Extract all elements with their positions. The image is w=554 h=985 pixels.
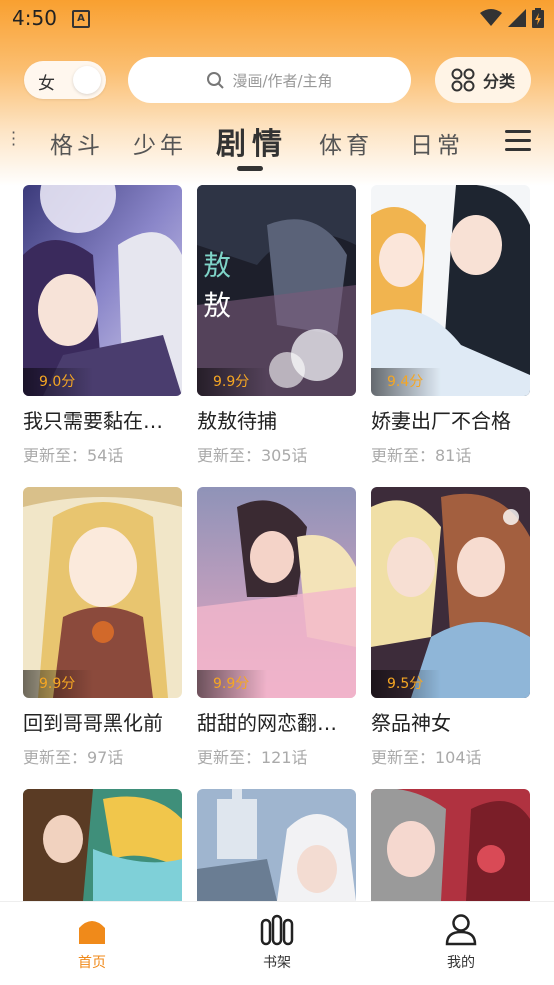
profile-icon xyxy=(445,914,477,946)
tab-fighting[interactable]: 格斗 xyxy=(50,126,104,160)
comic-card[interactable]: 敖 敖 9.9分 敖敖待捕 更新至：305话 xyxy=(197,185,356,466)
comic-score: 9.0分 xyxy=(23,368,93,396)
nav-home-label: 首页 xyxy=(78,955,106,971)
tab-active-indicator xyxy=(237,166,263,171)
nav-bookshelf-label: 书架 xyxy=(263,955,291,971)
comic-card[interactable]: 9.0分 我只需要黏在… 更新至：54话 xyxy=(23,185,182,466)
comic-card[interactable] xyxy=(197,789,356,901)
comic-score: 9.4分 xyxy=(371,368,441,396)
comic-update: 更新至：305话 xyxy=(197,446,308,465)
search-placeholder: 漫画/作者/主角 xyxy=(232,71,333,90)
comic-update: 更新至：54话 xyxy=(23,446,124,465)
search-input[interactable]: 漫画/作者/主角 xyxy=(128,57,411,103)
comic-title[interactable]: 祭品神女 xyxy=(371,707,530,736)
bookshelf-icon xyxy=(260,914,294,946)
svg-text:敖: 敖 xyxy=(203,249,231,282)
tab-more-icon[interactable]: · · · xyxy=(11,125,16,153)
svg-text:敖: 敖 xyxy=(203,289,231,322)
status-icons xyxy=(480,8,544,28)
comic-update: 更新至：104话 xyxy=(371,748,482,767)
category-button[interactable]: 分类 xyxy=(435,57,531,103)
wifi-icon xyxy=(480,9,502,26)
search-icon xyxy=(207,72,225,89)
nav-bookshelf[interactable]: 书架 xyxy=(247,914,307,972)
comic-card[interactable]: 9.9分 回到哥哥黑化前 更新至：97话 xyxy=(23,487,182,768)
tab-drama[interactable]: 剧情 xyxy=(216,119,288,163)
tab-sports[interactable]: 体育 xyxy=(319,126,373,160)
signal-icon xyxy=(508,9,526,27)
comic-update: 更新至：121话 xyxy=(197,748,308,767)
status-time: 4:50 xyxy=(12,6,57,30)
comic-card[interactable]: 9.4分 娇妻出厂不合格 更新至：81话 xyxy=(371,185,530,466)
comic-update: 更新至：97话 xyxy=(23,748,124,767)
gender-toggle[interactable]: 女 xyxy=(24,61,106,99)
comic-card[interactable] xyxy=(371,789,530,901)
comic-cover[interactable]: 9.9分 xyxy=(23,487,182,698)
comic-card[interactable] xyxy=(23,789,182,901)
comic-score: 9.9分 xyxy=(197,368,267,396)
category-label: 分类 xyxy=(482,72,515,91)
comic-cover[interactable]: 9.0分 xyxy=(23,185,182,396)
toggle-knob xyxy=(73,66,101,94)
comic-cover[interactable]: 9.9分 xyxy=(197,487,356,698)
comic-card[interactable]: 9.9分 甜甜的网恋翻… 更新至：121话 xyxy=(197,487,356,768)
comic-score: 9.9分 xyxy=(23,670,93,698)
comic-cover[interactable] xyxy=(197,789,356,901)
home-icon xyxy=(79,921,105,944)
comic-cover[interactable]: 9.5分 xyxy=(371,487,530,698)
comic-cover[interactable]: 9.4分 xyxy=(371,185,530,396)
comic-cover[interactable]: 敖 敖 9.9分 xyxy=(197,185,356,396)
status-app-icon: A xyxy=(72,10,90,28)
comic-update: 更新至：81话 xyxy=(371,446,472,465)
bottom-nav: 首页 书架 我的 xyxy=(0,901,554,985)
gender-label: 女 xyxy=(38,74,55,94)
category-grid-icon xyxy=(451,68,475,92)
comic-score: 9.5分 xyxy=(371,670,441,698)
nav-profile-label: 我的 xyxy=(447,955,475,971)
tab-menu-icon[interactable] xyxy=(505,130,531,152)
comic-title[interactable]: 回到哥哥黑化前 xyxy=(23,707,182,736)
tab-daily[interactable]: 日常 xyxy=(410,126,464,160)
comic-card[interactable]: 9.5分 祭品神女 更新至：104话 xyxy=(371,487,530,768)
comic-title[interactable]: 我只需要黏在… xyxy=(23,405,182,434)
tab-shonen[interactable]: 少年 xyxy=(133,126,187,160)
comic-cover[interactable] xyxy=(23,789,182,901)
battery-icon xyxy=(532,8,544,28)
nav-profile[interactable]: 我的 xyxy=(431,914,491,972)
comic-score: 9.9分 xyxy=(197,670,267,698)
nav-home[interactable]: 首页 xyxy=(62,914,122,972)
comic-cover[interactable] xyxy=(371,789,530,901)
comic-title[interactable]: 甜甜的网恋翻… xyxy=(197,707,356,736)
comic-title[interactable]: 敖敖待捕 xyxy=(197,405,356,434)
comic-title[interactable]: 娇妻出厂不合格 xyxy=(371,405,530,434)
